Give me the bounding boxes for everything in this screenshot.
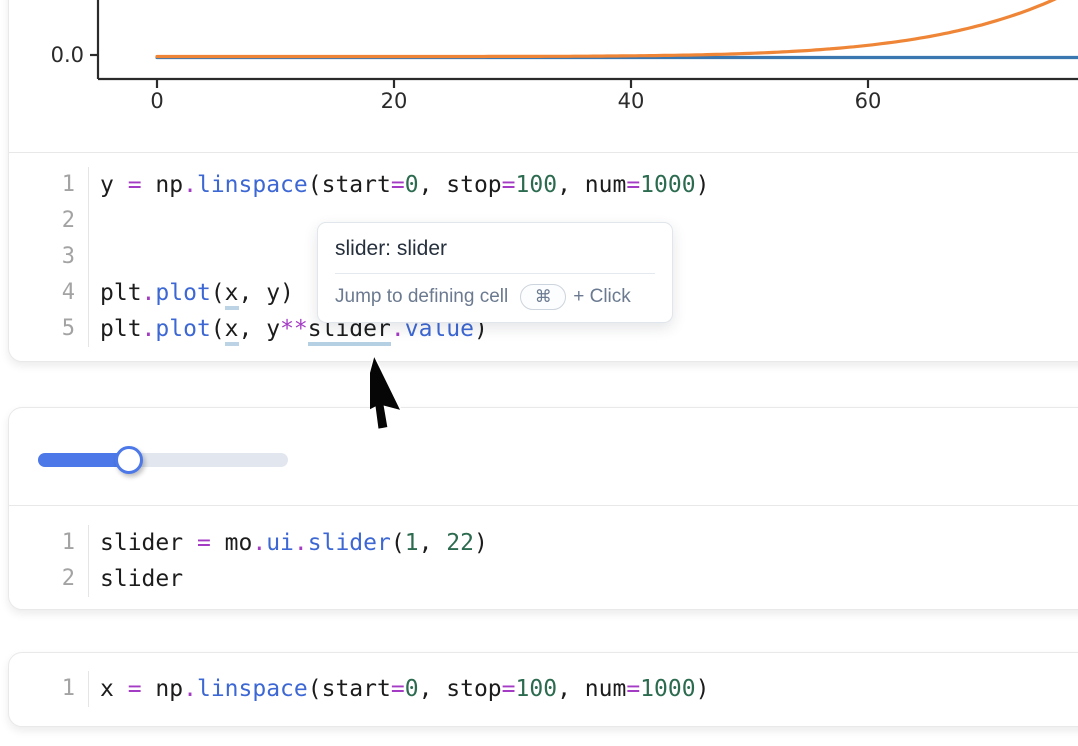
code-editor[interactable]: 1 slider = mo.ui.slider(1, 22) 2 slider [9,506,1078,611]
code-text[interactable]: slider = mo.ui.slider(1, 22) [89,525,488,561]
tooltip-shortcut-suffix: + Click [573,286,631,308]
line-number: 1 [9,525,89,561]
code-line[interactable]: 1 x = np.linspace(start=0, stop=100, num… [9,671,1078,707]
code-editor[interactable]: 1 x = np.linspace(start=0, stop=100, num… [9,653,1078,725]
plot-output [9,0,1078,152]
tooltip-footer: Jump to defining cell ⌘ + Click [335,284,655,310]
code-line[interactable]: 1 y = np.linspace(start=0, stop=100, num… [9,167,1078,203]
line-number: 2 [9,561,89,597]
line-number: 4 [9,275,89,311]
code-text[interactable]: x = np.linspace(start=0, stop=100, num=1… [89,671,709,707]
cmd-icon: ⌘ [535,287,552,307]
code-text[interactable]: slider [89,561,183,597]
tooltip-divider [335,273,655,274]
code-text[interactable] [89,203,100,239]
slider-handle[interactable] [115,446,143,474]
slider-output [9,408,1078,505]
line-number: 5 [9,311,89,347]
notebook-cell-x: 1 x = np.linspace(start=0, stop=100, num… [8,652,1078,727]
tooltip-action-label: Jump to defining cell [335,286,508,308]
code-line[interactable]: 2 slider [9,561,1078,597]
code-line[interactable]: 1 slider = mo.ui.slider(1, 22) [9,525,1078,561]
slider-track[interactable] [38,453,288,467]
cmd-key-badge: ⌘ [520,284,566,310]
variable-tooltip: slider: slider Jump to defining cell ⌘ +… [317,222,673,323]
code-text[interactable]: plt.plot(x, y) [89,275,294,311]
line-number: 2 [9,203,89,239]
notebook-cell-slider: 1 slider = mo.ui.slider(1, 22) 2 slider [8,407,1078,610]
tooltip-title: slider: slider [335,236,655,262]
code-text[interactable] [89,239,100,275]
code-text[interactable]: y = np.linspace(start=0, stop=100, num=1… [89,167,709,203]
line-number: 1 [9,167,89,203]
line-number: 3 [9,239,89,275]
line-number: 1 [9,671,89,707]
